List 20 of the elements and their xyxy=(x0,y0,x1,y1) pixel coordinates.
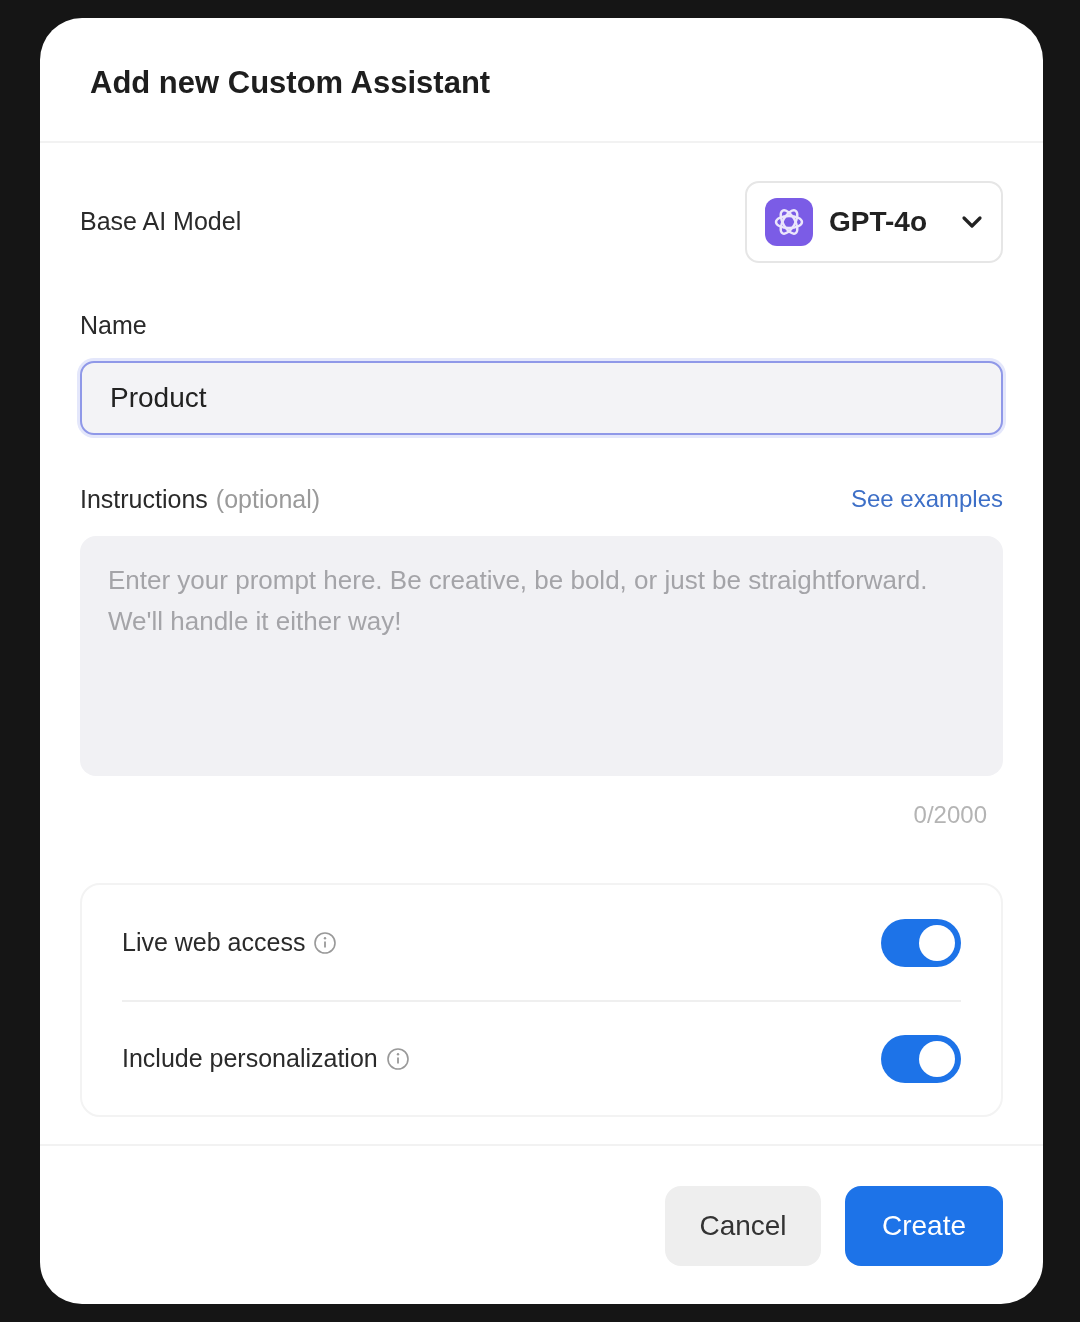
info-icon xyxy=(385,1046,410,1071)
info-icon xyxy=(313,930,338,955)
model-dropdown[interactable]: GPT-4o xyxy=(745,181,1003,264)
field-label: Base AI Model xyxy=(80,206,242,238)
dialog-title: Add new Custom Assistant xyxy=(90,64,492,102)
cancel-button[interactable]: Cancel xyxy=(665,1186,821,1266)
chevron-down-icon xyxy=(961,215,983,230)
name-field[interactable]: Product xyxy=(80,360,1003,435)
create-button[interactable]: Create xyxy=(845,1186,1003,1266)
toggle-switch[interactable] xyxy=(881,1034,961,1083)
logo-icon xyxy=(765,198,813,247)
examples-link[interactable]: See examples xyxy=(850,481,1003,518)
setting-label: Include personalization xyxy=(122,1042,378,1074)
optional-hint: (optional) xyxy=(215,483,321,515)
instructions-field[interactable]: Enter your prompt here. Be creative, be bold, or just be straightforward. We'll handle it either way! xyxy=(80,536,1003,777)
toggle-switch[interactable] xyxy=(881,918,961,967)
character-counter: 0/2000 xyxy=(913,801,987,829)
setting-label: Live web access xyxy=(122,926,306,958)
field-label: Instructions xyxy=(80,483,208,515)
field-label: Name xyxy=(80,311,147,340)
